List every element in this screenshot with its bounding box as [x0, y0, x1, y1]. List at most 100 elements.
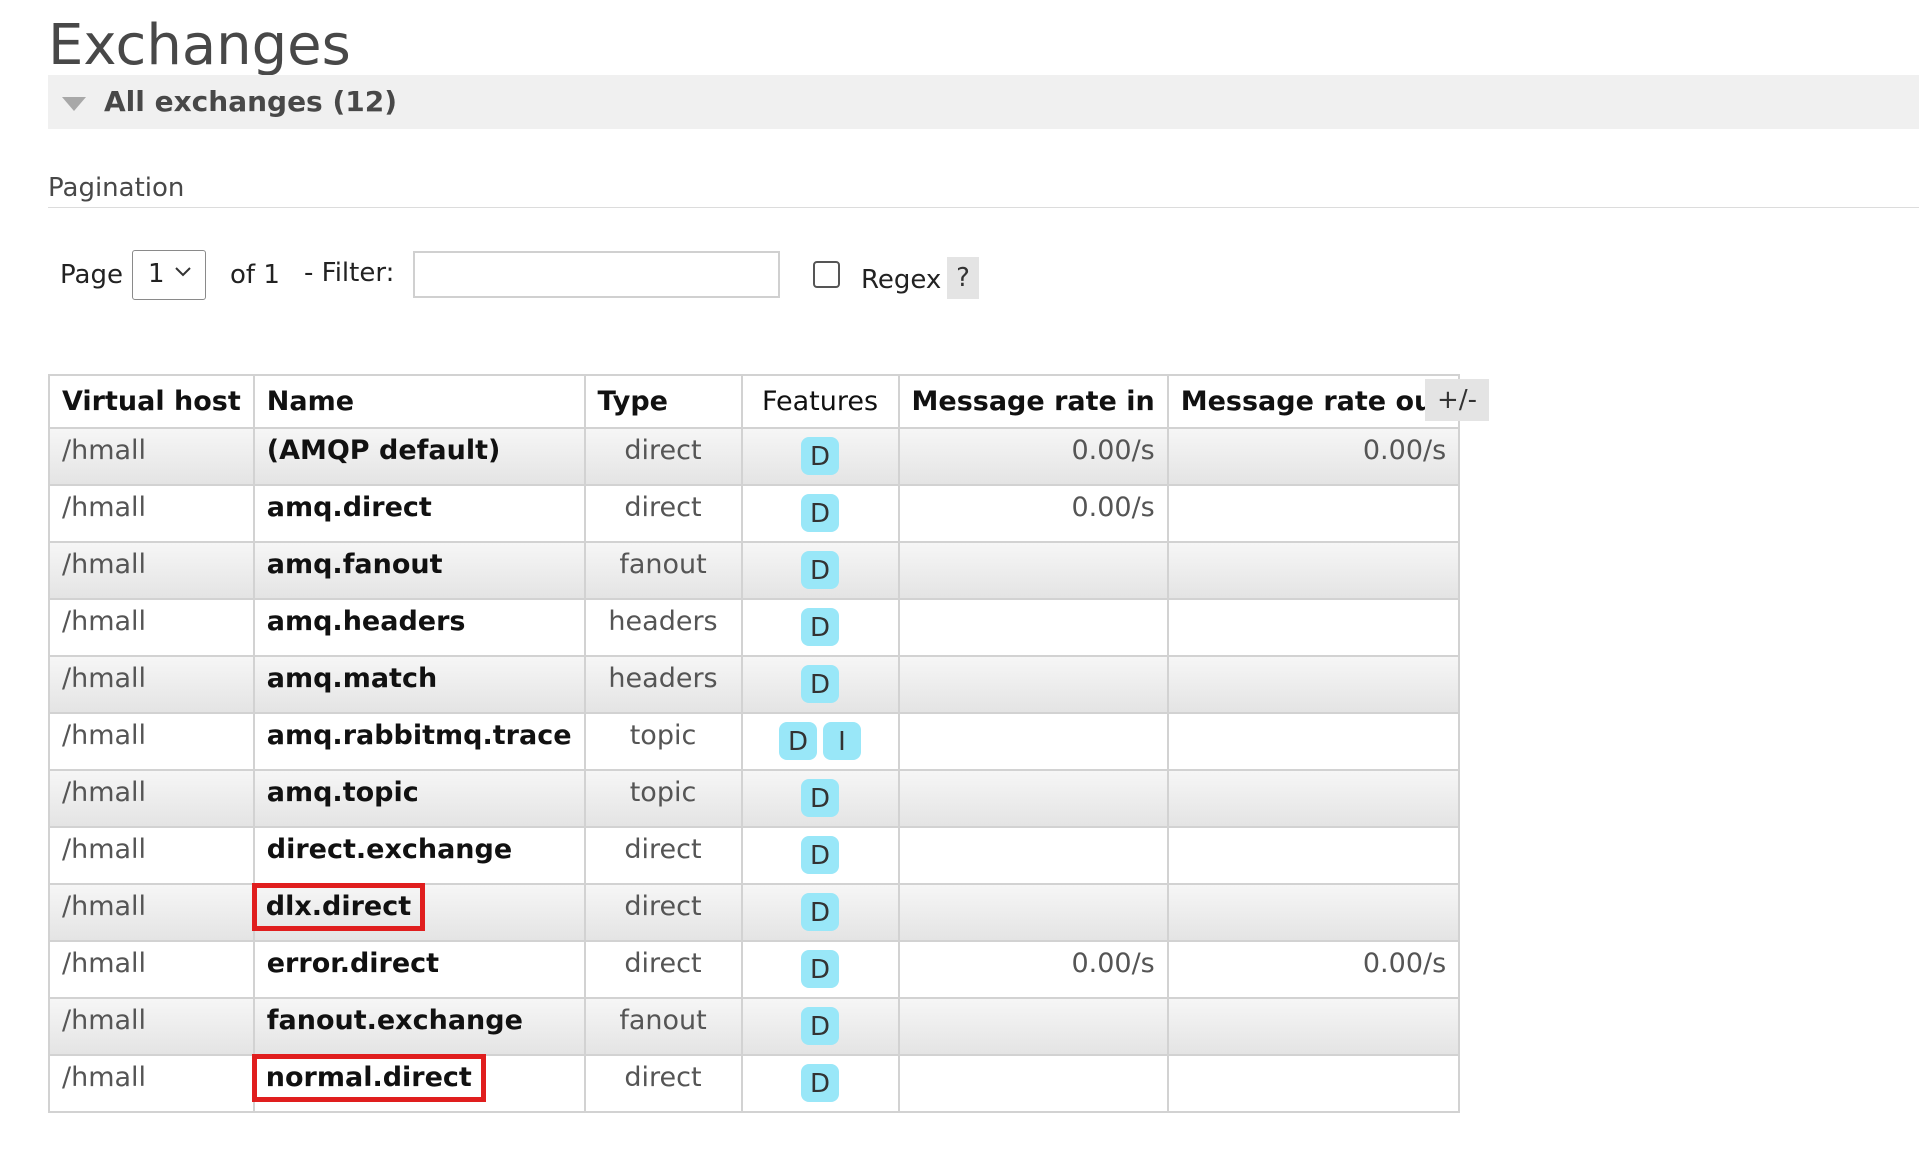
rate-out-cell	[1166, 997, 1461, 1056]
rate-out-cell	[1166, 883, 1461, 942]
feature-badge: I	[823, 722, 862, 760]
table-row: /hmall amq.match headers D	[48, 655, 1461, 714]
exchange-name-cell[interactable]: amq.topic	[252, 769, 586, 828]
vhost-cell: /hmall	[48, 940, 255, 999]
page-title: Exchanges	[48, 13, 351, 78]
table-row: /hmall direct.exchange direct D	[48, 826, 1461, 885]
regex-label: Regex	[861, 265, 942, 295]
all-exchanges-section-toggle[interactable]: All exchanges (12)	[48, 75, 1919, 129]
column-header-message-rate-in[interactable]: Message rate in	[897, 374, 1169, 429]
highlighted-exchange-name[interactable]: dlx.direct	[251, 883, 426, 931]
chevron-down-icon	[175, 267, 191, 277]
exchange-name-cell[interactable]: error.direct	[252, 940, 586, 999]
feature-badge: D	[779, 722, 818, 760]
column-header-type[interactable]: Type	[583, 374, 743, 429]
exchange-name-link[interactable]: amq.headers	[267, 606, 466, 637]
features-cell: D	[740, 484, 900, 543]
exchange-name-cell[interactable]: amq.rabbitmq.trace	[252, 712, 586, 771]
exchange-name-cell[interactable]: amq.match	[252, 655, 586, 714]
exchange-name-link[interactable]: (AMQP default)	[267, 435, 501, 466]
features-cell: D	[740, 883, 900, 942]
column-header-name[interactable]: Name	[252, 374, 586, 429]
exchange-name-cell[interactable]: direct.exchange	[252, 826, 586, 885]
type-cell: topic	[583, 769, 743, 828]
rate-in-cell	[897, 541, 1169, 600]
table-row: /hmall amq.rabbitmq.trace topic D I	[48, 712, 1461, 771]
regex-checkbox[interactable]	[813, 261, 840, 288]
features-cell: D	[740, 598, 900, 657]
regex-help-button[interactable]: ?	[947, 257, 979, 299]
rate-out-cell	[1166, 826, 1461, 885]
features-cell: D	[740, 427, 900, 486]
feature-badge: D	[801, 665, 840, 703]
rate-in-cell	[897, 712, 1169, 771]
exchange-name-link[interactable]: amq.fanout	[267, 549, 443, 580]
table-row: /hmall normal.direct direct D	[48, 1054, 1461, 1113]
features-cell: D	[740, 541, 900, 600]
column-toggle-button[interactable]: +/-	[1425, 379, 1489, 421]
type-cell: headers	[583, 655, 743, 714]
exchange-name-link[interactable]: amq.direct	[267, 492, 432, 523]
table-row: /hmall amq.fanout fanout D	[48, 541, 1461, 600]
highlighted-exchange-name[interactable]: normal.direct	[251, 1054, 486, 1102]
exchange-name-link[interactable]: amq.rabbitmq.trace	[267, 720, 572, 751]
page-select[interactable]: 1	[132, 250, 206, 300]
vhost-cell: /hmall	[48, 427, 255, 486]
type-cell: fanout	[583, 997, 743, 1056]
exchange-name-cell[interactable]: amq.direct	[252, 484, 586, 543]
rate-in-cell	[897, 883, 1169, 942]
rate-in-cell: 0.00/s	[897, 940, 1169, 999]
feature-badge: D	[801, 1007, 840, 1045]
rate-out-cell	[1166, 769, 1461, 828]
exchange-name-cell[interactable]: (AMQP default)	[252, 427, 586, 486]
type-cell: fanout	[583, 541, 743, 600]
type-cell: direct	[583, 484, 743, 543]
rate-in-cell	[897, 769, 1169, 828]
section-label: All exchanges (12)	[104, 85, 398, 118]
rate-in-cell	[897, 826, 1169, 885]
type-cell: direct	[583, 826, 743, 885]
vhost-cell: /hmall	[48, 484, 255, 543]
exchanges-page: Exchanges All exchanges (12) Pagination …	[0, 0, 1919, 1154]
exchange-name-link[interactable]: fanout.exchange	[267, 1005, 523, 1036]
table-row: /hmall fanout.exchange fanout D	[48, 997, 1461, 1056]
table-row: /hmall amq.topic topic D	[48, 769, 1461, 828]
table-row: /hmall (AMQP default) direct D 0.00/s 0.00/s	[48, 427, 1461, 486]
column-header-virtual-host[interactable]: Virtual host	[48, 374, 255, 429]
column-header-features: Features	[740, 374, 900, 429]
rate-out-cell	[1166, 655, 1461, 714]
features-cell: D	[740, 655, 900, 714]
exchange-name-cell[interactable]: amq.fanout	[252, 541, 586, 600]
table-row: /hmall amq.direct direct D 0.00/s	[48, 484, 1461, 543]
exchange-name-cell[interactable]: amq.headers	[252, 598, 586, 657]
rate-out-cell	[1166, 1054, 1461, 1113]
table-row: /hmall error.direct direct D 0.00/s 0.00/s	[48, 940, 1461, 999]
rate-in-cell	[897, 997, 1169, 1056]
page-count-label: of 1	[230, 260, 280, 290]
type-cell: headers	[583, 598, 743, 657]
type-cell: direct	[583, 1054, 743, 1113]
feature-badge: D	[801, 893, 840, 931]
feature-badge: D	[801, 836, 840, 874]
exchange-name-link[interactable]: error.direct	[267, 948, 439, 979]
exchange-name-link[interactable]: amq.topic	[267, 777, 419, 808]
exchange-name-cell[interactable]: normal.direct	[251, 1054, 586, 1113]
vhost-cell: /hmall	[48, 769, 255, 828]
table-row: /hmall dlx.direct direct D	[48, 883, 1461, 942]
column-header-message-rate-out[interactable]: Message rate out	[1166, 374, 1461, 429]
features-cell: D	[740, 769, 900, 828]
exchange-name-cell[interactable]: dlx.direct	[251, 883, 586, 942]
feature-badge: D	[801, 779, 840, 817]
exchange-name-cell[interactable]: fanout.exchange	[252, 997, 586, 1056]
exchange-name-link[interactable]: direct.exchange	[267, 834, 512, 865]
vhost-cell: /hmall	[48, 712, 255, 771]
feature-badge: D	[801, 551, 840, 589]
vhost-cell: /hmall	[48, 826, 255, 885]
exchanges-table: Virtual host Name Type Features Message …	[48, 374, 1461, 1113]
vhost-cell: /hmall	[48, 883, 255, 942]
page-select-value: 1	[148, 259, 165, 289]
type-cell: direct	[583, 883, 743, 942]
rate-in-cell	[897, 598, 1169, 657]
filter-input[interactable]	[413, 251, 780, 298]
exchange-name-link[interactable]: amq.match	[267, 663, 437, 694]
